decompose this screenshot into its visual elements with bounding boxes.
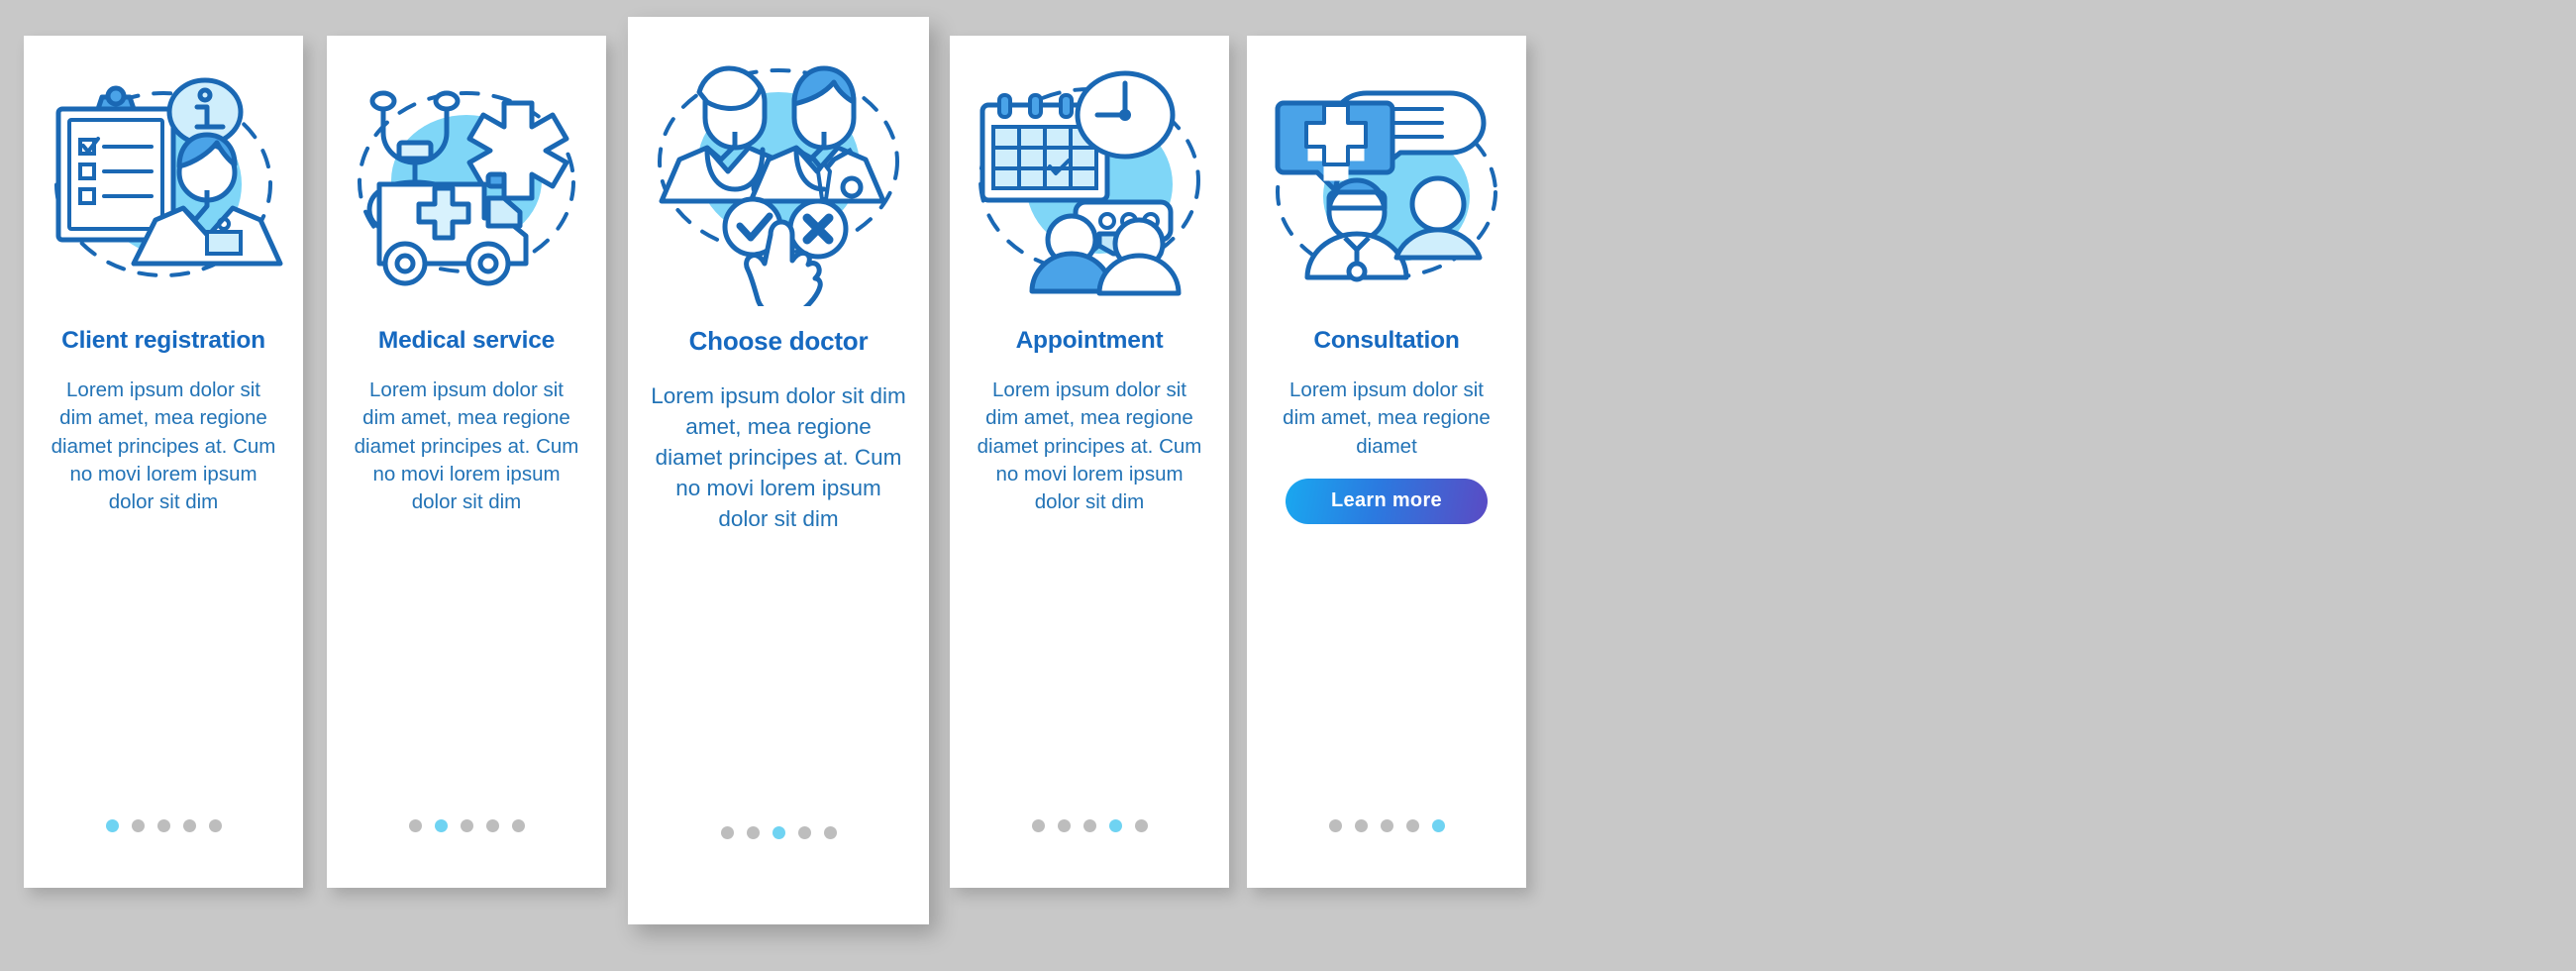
ambulance-stethoscope-star-of-life-icon: [358, 90, 575, 286]
pagination-dot-4[interactable]: [1405, 819, 1419, 832]
pagination-dot-2[interactable]: [131, 819, 145, 832]
pagination-dot-5[interactable]: [1431, 819, 1445, 832]
card-title: Choose doctor: [688, 326, 869, 356]
pagination-dot-4[interactable]: [1108, 819, 1122, 832]
pagination-dot-1[interactable]: [105, 819, 119, 832]
pagination-dot-3[interactable]: [1082, 819, 1096, 832]
pagination-dots[interactable]: [327, 819, 606, 832]
pagination-dot-3[interactable]: [772, 826, 785, 839]
illustration-choose-doctor: [628, 43, 929, 310]
clipboard-checklist-person-info-icon: [54, 77, 283, 277]
pagination-dot-1[interactable]: [1328, 819, 1342, 832]
two-doctors-check-cross-pointer-icon: [658, 65, 899, 306]
card-title: Client registration: [61, 327, 265, 354]
card-title: Medical service: [377, 327, 556, 354]
pagination-dot-4[interactable]: [182, 819, 196, 832]
pagination-dot-5[interactable]: [208, 819, 222, 832]
pagination-dot-4[interactable]: [485, 819, 499, 832]
card-body-text: Lorem ipsum dolor sit dim amet, mea regi…: [354, 378, 579, 514]
pagination-dot-2[interactable]: [746, 826, 760, 839]
card-title: Appointment: [1015, 327, 1164, 354]
pagination-dot-2[interactable]: [1057, 819, 1071, 832]
illustration-appointment: [950, 55, 1229, 313]
onboarding-card-client-registration[interactable]: Client registration Lorem ipsum dolor si…: [24, 36, 303, 888]
learn-more-button[interactable]: Learn more: [1286, 478, 1488, 524]
pagination-dot-3[interactable]: [1380, 819, 1393, 832]
pagination-dot-5[interactable]: [1134, 819, 1148, 832]
pagination-dot-3[interactable]: [156, 819, 170, 832]
onboarding-card-consultation[interactable]: Consultation Lorem ipsum dolor sit dim a…: [1247, 36, 1526, 888]
pagination-dot-2[interactable]: [434, 819, 448, 832]
pagination-dot-3[interactable]: [460, 819, 473, 832]
illustration-consultation: [1247, 55, 1526, 313]
pagination-dot-4[interactable]: [797, 826, 811, 839]
illustration-client-registration: [24, 55, 303, 313]
illustration-medical-service: [327, 55, 606, 313]
pagination-dot-1[interactable]: [720, 826, 734, 839]
pagination-dots[interactable]: [628, 826, 929, 839]
onboarding-card-appointment[interactable]: Appointment Lorem ipsum dolor sit dim am…: [950, 36, 1229, 888]
pagination-dot-5[interactable]: [823, 826, 837, 839]
pagination-dots[interactable]: [950, 819, 1229, 832]
card-title: Consultation: [1313, 327, 1460, 354]
onboarding-card-choose-doctor[interactable]: Choose doctor Lorem ipsum dolor sit dim …: [628, 17, 929, 924]
onboarding-card-medical-service[interactable]: Medical service Lorem ipsum dolor sit di…: [327, 36, 606, 888]
card-body-text: Lorem ipsum dolor sit dim amet, mea regi…: [51, 378, 276, 514]
card-body-text: Lorem ipsum dolor sit dim amet, mea regi…: [651, 383, 906, 532]
onboarding-screens-stage: Client registration Lorem ipsum dolor si…: [0, 0, 2576, 971]
pagination-dot-2[interactable]: [1354, 819, 1368, 832]
pagination-dot-5[interactable]: [511, 819, 525, 832]
pagination-dots[interactable]: [24, 819, 303, 832]
chat-bubbles-doctor-patient-icon: [1275, 90, 1497, 282]
pagination-dots[interactable]: [1247, 819, 1526, 832]
calendar-clock-chat-people-icon: [979, 70, 1200, 296]
pagination-dot-1[interactable]: [1031, 819, 1045, 832]
pagination-dot-1[interactable]: [408, 819, 422, 832]
card-body-text: Lorem ipsum dolor sit dim amet, mea regi…: [1283, 378, 1491, 458]
card-body-text: Lorem ipsum dolor sit dim amet, mea regi…: [977, 378, 1202, 514]
